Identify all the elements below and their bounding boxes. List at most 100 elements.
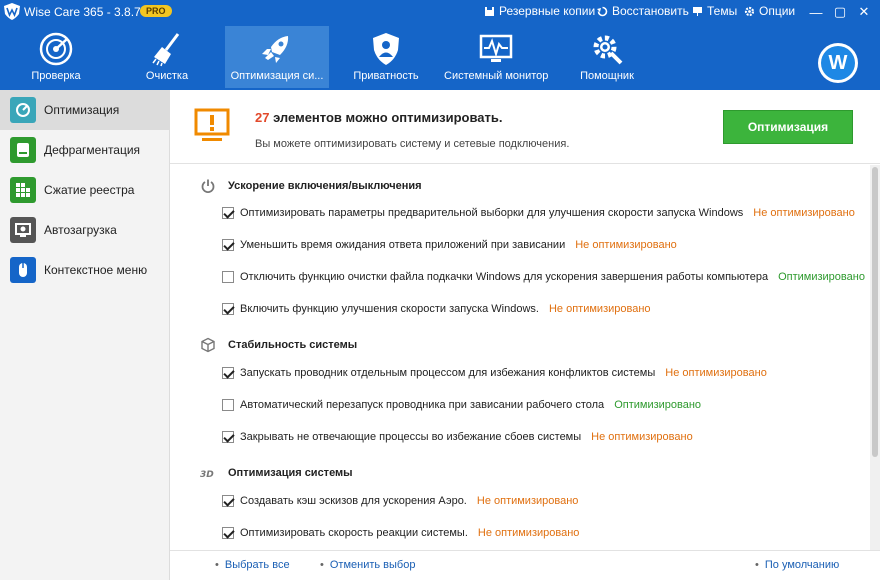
sidebar: Оптимизация Дефрагментация Сжатие реестр…: [0, 90, 170, 580]
sidebar-item-label: Сжатие реестра: [44, 183, 135, 197]
option-checkbox[interactable]: [222, 271, 234, 283]
nav-label: Проверка: [31, 70, 81, 82]
option-checkbox[interactable]: [222, 303, 234, 315]
sidebar-item-label: Оптимизация: [44, 103, 120, 117]
themes-button[interactable]: Темы: [692, 4, 737, 18]
page-title: 27 элементов можно оптимизировать.: [255, 110, 502, 125]
themes-icon: [693, 6, 702, 16]
option-status: Не оптимизировано: [575, 239, 677, 251]
nav-item-clean[interactable]: Очистка: [115, 26, 219, 88]
app-title: Wise Care 365 - 3.8.7: [24, 5, 141, 19]
option-row: Оптимизировать параметры предварительной…: [222, 204, 855, 222]
optimize-button[interactable]: Оптимизация: [723, 110, 853, 144]
group-title: 3D Оптимизация системы: [200, 463, 353, 483]
nav-item-monitor[interactable]: Системный монитор: [444, 26, 548, 88]
restore-button[interactable]: Восстановить: [597, 4, 689, 18]
close-icon: ✕: [858, 4, 870, 19]
deselect-link[interactable]: Отменить выбор: [320, 559, 416, 571]
sidebar-item-context-menu[interactable]: Контекстное меню: [0, 250, 169, 290]
option-row: Создавать кэш эскизов для ускорения Аэро…: [222, 492, 578, 510]
nav-label: Очистка: [145, 70, 189, 82]
optimization-list: Ускорение включения/выключения Оптимизиро…: [170, 165, 870, 550]
group-title-text: Оптимизация системы: [228, 467, 353, 479]
minimize-button[interactable]: —: [806, 2, 826, 22]
option-label[interactable]: Создавать кэш эскизов для ускорения Аэро…: [240, 495, 467, 507]
cube-icon: [201, 337, 215, 353]
rocket-icon: [262, 36, 289, 63]
option-label[interactable]: Оптимизировать скорость реакции системы.: [240, 527, 468, 539]
option-status: Не оптимизировано: [591, 431, 693, 443]
select-all-link[interactable]: Выбрать все: [215, 559, 290, 571]
group-title-text: Стабильность системы: [228, 339, 358, 351]
option-checkbox[interactable]: [222, 207, 234, 219]
option-row: Запускать проводник отдельным процессом …: [222, 364, 767, 382]
backup-button[interactable]: Резервные копии: [484, 4, 595, 18]
option-row: Уменьшить время ожидания ответа приложен…: [222, 236, 677, 254]
option-status: Оптимизировано: [614, 399, 702, 411]
nav-item-privacy[interactable]: Приватность: [334, 26, 438, 88]
sidebar-item-startup[interactable]: Автозагрузка: [0, 210, 169, 250]
scrollbar-thumb[interactable]: [872, 167, 878, 457]
options-icon: [744, 6, 755, 16]
nav-item-check[interactable]: Проверка: [4, 26, 108, 88]
maximize-button[interactable]: ▢: [830, 2, 850, 22]
option-status: Не оптимизировано: [753, 207, 855, 219]
option-checkbox[interactable]: [222, 399, 234, 411]
sidebar-item-label: Дефрагментация: [44, 143, 141, 157]
registry-blocks-icon: [10, 177, 36, 203]
option-status: Не оптимизировано: [548, 303, 651, 315]
option-row: Закрывать не отвечающие процессы во избе…: [222, 428, 693, 446]
restore-label: Восстановить: [612, 4, 689, 18]
disk-icon: [10, 137, 36, 163]
option-checkbox[interactable]: [222, 527, 234, 539]
group-title: Стабильность системы: [200, 335, 357, 355]
options-button[interactable]: Опции: [744, 4, 795, 18]
summary-header: 27 элементов можно оптимизировать. Вы мо…: [170, 90, 880, 164]
nav-label: Системный монитор: [444, 70, 548, 82]
pro-badge: PRO: [140, 5, 172, 17]
main-nav: Проверка Очистка Оптимизация си... Прива…: [0, 24, 880, 90]
main-panel: 27 элементов можно оптимизировать. Вы мо…: [170, 90, 880, 580]
scrollbar[interactable]: [870, 165, 880, 550]
page-subtitle: Вы можете оптимизировать систему и сетев…: [255, 138, 570, 150]
option-label[interactable]: Включить функцию улучшения скорости запу…: [240, 303, 539, 315]
mouse-icon: [10, 257, 36, 283]
nav-label: Приватность: [353, 70, 419, 82]
option-status: Оптимизировано: [778, 271, 865, 283]
nav-item-helper[interactable]: Помощник: [555, 26, 659, 88]
option-label[interactable]: Автоматический перезапуск проводника при…: [240, 399, 604, 411]
option-label[interactable]: Уменьшить время ожидания ответа приложен…: [240, 239, 565, 251]
nav-item-optimize[interactable]: Оптимизация си...: [225, 26, 329, 88]
3d-icon: 3D: [200, 470, 214, 480]
option-row: Оптимизировать скорость реакции системы.…: [222, 524, 579, 542]
startup-icon: [10, 217, 36, 243]
avatar-initial: W: [821, 46, 855, 80]
option-row: Включить функцию улучшения скорости запу…: [222, 300, 651, 318]
group-title-text: Ускорение включения/выключения: [228, 180, 422, 192]
option-checkbox[interactable]: [222, 367, 234, 379]
default-link[interactable]: По умолчанию: [755, 559, 839, 571]
option-label[interactable]: Отключить функцию очистки файла подкачки…: [240, 271, 768, 283]
option-status: Не оптимизировано: [476, 495, 579, 507]
option-checkbox[interactable]: [222, 239, 234, 251]
shield-icon: [373, 33, 399, 65]
themes-label: Темы: [707, 4, 738, 18]
restore-icon: [597, 6, 608, 16]
option-checkbox[interactable]: [222, 431, 234, 443]
sidebar-item-label: Контекстное меню: [44, 263, 148, 277]
sidebar-item-optimization[interactable]: Оптимизация: [0, 90, 169, 130]
nav-label: Помощник: [580, 70, 634, 82]
backup-label: Резервные копии: [499, 4, 596, 18]
page-title-text: элементов можно оптимизировать.: [269, 110, 503, 125]
sidebar-item-registry[interactable]: Сжатие реестра: [0, 170, 169, 210]
option-label[interactable]: Запускать проводник отдельным процессом …: [240, 367, 655, 379]
avatar[interactable]: W: [818, 43, 858, 83]
option-checkbox[interactable]: [222, 495, 234, 507]
option-label[interactable]: Закрывать не отвечающие процессы во избе…: [240, 431, 581, 443]
option-label[interactable]: Оптимизировать параметры предварительной…: [240, 207, 743, 219]
option-status: Не оптимизировано: [477, 527, 580, 539]
nav-label: Оптимизация си...: [230, 70, 324, 82]
close-button[interactable]: ✕: [854, 2, 874, 22]
sidebar-item-defrag[interactable]: Дефрагментация: [0, 130, 169, 170]
title-bar: Wise Care 365 - 3.8.7 PRO Резервные копи…: [0, 0, 880, 24]
